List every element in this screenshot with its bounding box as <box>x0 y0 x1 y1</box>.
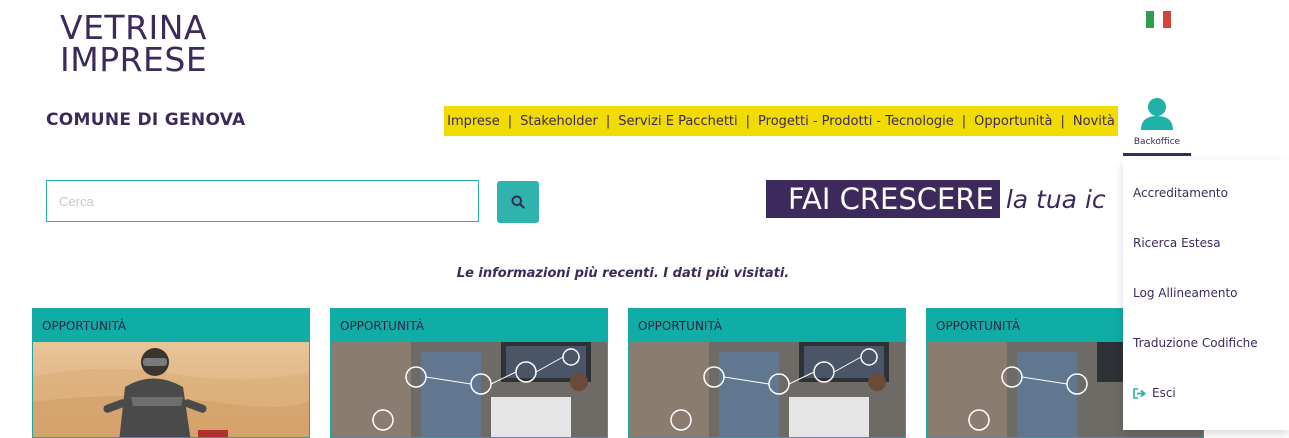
municipality-title: COMUNE DI GENOVA <box>46 110 246 130</box>
hero-banner: FAI CRESCERE la tua ic <box>766 180 1106 218</box>
menu-item-ricerca-estesa[interactable]: Ricerca Estesa <box>1133 236 1221 250</box>
card-image[interactable] <box>629 342 905 437</box>
search-input[interactable] <box>46 180 479 222</box>
active-indicator <box>1123 153 1191 156</box>
search-button[interactable] <box>497 181 539 223</box>
menu-item-esci[interactable]: Esci <box>1133 386 1176 400</box>
nav-item-novita[interactable]: Novità <box>1065 114 1123 129</box>
nav-item-imprese[interactable]: Imprese <box>439 114 508 129</box>
nav-item-progetti[interactable]: Progetti - Prodotti - Tecnologie <box>750 114 962 129</box>
italian-flag-icon[interactable] <box>1146 11 1171 28</box>
backoffice-dropdown: Accreditamento Ricerca Estesa Log Alline… <box>1123 160 1289 430</box>
card-image[interactable] <box>33 342 309 437</box>
user-icon <box>1141 98 1173 130</box>
nav-item-stakeholder[interactable]: Stakeholder <box>512 114 606 129</box>
opportunity-card[interactable]: OPPORTUNITÀ <box>330 308 608 438</box>
main-nav: Imprese | Stakeholder | Servizi E Pacche… <box>444 106 1118 136</box>
nav-item-opportunita[interactable]: Opportunità <box>966 114 1060 129</box>
card-category: OPPORTUNITÀ <box>33 309 309 342</box>
tagline: Le informazioni più recenti. I dati più … <box>456 266 790 281</box>
search-icon <box>511 195 525 209</box>
opportunity-card[interactable]: OPPORTUNITÀ <box>32 308 310 438</box>
card-category: OPPORTUNITÀ <box>629 309 905 342</box>
site-logo[interactable]: VETRINA IMPRESE <box>60 11 208 79</box>
hero-highlight: FAI CRESCERE <box>766 180 1000 218</box>
menu-item-accreditamento[interactable]: Accreditamento <box>1133 186 1228 200</box>
backoffice-user-button[interactable]: Backoffice <box>1123 92 1191 156</box>
card-image[interactable] <box>331 342 607 437</box>
card-category: OPPORTUNITÀ <box>331 309 607 342</box>
backoffice-label: Backoffice <box>1133 137 1181 147</box>
hero-rest: la tua ic <box>1005 184 1106 214</box>
sign-out-icon <box>1133 387 1146 399</box>
menu-item-traduzione-codifiche[interactable]: Traduzione Codifiche <box>1133 336 1258 350</box>
menu-item-log-allineamento[interactable]: Log Allineamento <box>1133 286 1238 300</box>
logo-line-2: IMPRESE <box>60 40 208 79</box>
esci-label: Esci <box>1152 386 1176 400</box>
nav-item-servizi[interactable]: Servizi E Pacchetti <box>610 114 745 129</box>
opportunity-card[interactable]: OPPORTUNITÀ <box>628 308 906 438</box>
